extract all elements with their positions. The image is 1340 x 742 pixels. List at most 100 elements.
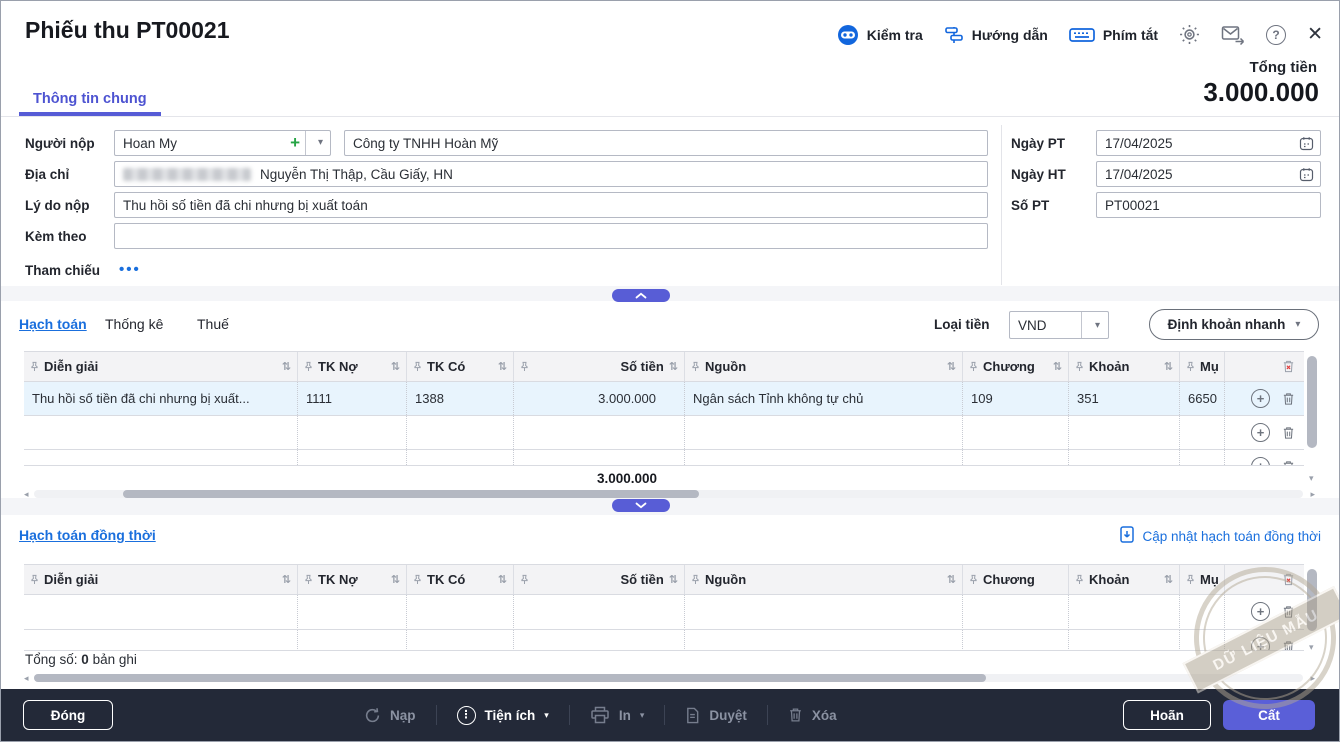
payer-dropdown-icon[interactable]: ▾ (318, 137, 323, 148)
calendar-icon[interactable] (1299, 136, 1314, 154)
scroll-left-arrow[interactable]: ◂ (24, 673, 29, 684)
sort-icon[interactable]: ⇅ (1053, 360, 1062, 373)
add-row-icon[interactable]: + (1251, 602, 1270, 621)
pin-icon[interactable] (691, 361, 700, 372)
posting-date-input[interactable]: 17/04/2025 (1096, 161, 1321, 187)
col-header-amount[interactable]: Số tiền ⇅ (514, 352, 685, 381)
simultaneous-row-clipped[interactable]: + (24, 630, 1304, 651)
reason-input[interactable]: Thu hồi số tiền đã chi nhưng bị xuất toá… (114, 192, 988, 218)
receipt-no-input[interactable]: PT00021 (1096, 192, 1321, 218)
pin-icon[interactable] (969, 361, 978, 372)
pin-icon[interactable] (304, 361, 313, 372)
add-row-icon[interactable]: + (1251, 637, 1270, 651)
pin-icon[interactable] (30, 574, 39, 585)
simultaneous-title-link[interactable]: Hạch toán đồng thời (19, 527, 156, 543)
payer-input[interactable]: Hoan My + ▾ (114, 130, 331, 156)
col-header-item[interactable]: Khoản ⇅ (1069, 352, 1180, 381)
collapse-form-button[interactable] (612, 289, 670, 302)
reference-more-icon[interactable]: ••• (119, 257, 141, 283)
scroll-down-arrow[interactable]: ▾ (1309, 473, 1314, 484)
close-icon[interactable]: ✕ (1307, 23, 1323, 46)
col-header-sub[interactable]: Mục (1180, 565, 1225, 594)
reload-button[interactable]: Nạp (364, 707, 416, 724)
simultaneous-row-empty[interactable]: + (24, 595, 1304, 630)
sort-icon[interactable]: ⇅ (669, 360, 678, 373)
col-header-amount[interactable]: Số tiền ⇅ (514, 565, 685, 594)
pin-icon[interactable] (413, 574, 422, 585)
delete-button[interactable]: Xóa (788, 707, 837, 723)
col-header-source[interactable]: Nguồn ⇅ (685, 565, 963, 594)
update-simultaneous-link[interactable]: Cập nhật hạch toán đồng thời (1119, 525, 1322, 547)
pin-icon[interactable] (413, 361, 422, 372)
delete-row-icon[interactable] (1282, 640, 1295, 652)
send-mail-icon[interactable] (1221, 25, 1245, 45)
pin-icon[interactable] (520, 574, 529, 585)
delete-row-icon[interactable] (1282, 426, 1295, 440)
sort-icon[interactable]: ⇅ (282, 573, 291, 586)
address-input[interactable]: Nguyễn Thị Thập, Cầu Giấy, HN (114, 161, 988, 187)
sort-icon[interactable]: ⇅ (391, 360, 400, 373)
add-row-icon[interactable]: + (1251, 423, 1270, 442)
accounting-row-clipped[interactable]: + (24, 450, 1304, 466)
delete-row-icon[interactable] (1282, 605, 1295, 619)
receipt-date-input[interactable]: 17/04/2025 (1096, 130, 1321, 156)
tab-statistics[interactable]: Thống kê (105, 316, 163, 332)
currency-select[interactable]: VND ▾ (1009, 311, 1109, 339)
sort-icon[interactable]: ⇅ (391, 573, 400, 586)
tab-general-info[interactable]: Thông tin chung (19, 86, 161, 116)
payer-company-input[interactable]: Công ty TNHH Hoàn Mỹ (344, 130, 988, 156)
accounting-row-empty[interactable]: + (24, 416, 1304, 450)
tab-accounting[interactable]: Hạch toán (19, 316, 87, 332)
scrollbar-thumb[interactable] (34, 674, 986, 682)
pin-icon[interactable] (1186, 574, 1195, 585)
delete-row-icon[interactable] (1282, 392, 1295, 406)
add-row-icon[interactable]: + (1251, 389, 1270, 408)
guide-button[interactable]: Hướng dẫn (944, 25, 1048, 45)
sort-icon[interactable]: ⇅ (282, 360, 291, 373)
help-icon[interactable]: ? (1266, 25, 1286, 45)
postpone-button[interactable]: Hoãn (1123, 700, 1211, 730)
settings-gear-icon[interactable] (1179, 24, 1200, 45)
col-header-credit[interactable]: TK Có ⇅ (407, 352, 514, 381)
print-button[interactable]: In ▾ (590, 706, 645, 724)
pin-icon[interactable] (304, 574, 313, 585)
approve-button[interactable]: Duyệt (685, 707, 747, 724)
shortcut-button[interactable]: Phím tắt (1069, 26, 1158, 44)
col-header-desc[interactable]: Diễn giải ⇅ (24, 565, 298, 594)
scrollbar-thumb[interactable] (1307, 356, 1317, 448)
pin-icon[interactable] (969, 574, 978, 585)
utilities-button[interactable]: ⋮ Tiện ích ▾ (457, 706, 549, 725)
delete-all-icon[interactable] (1282, 359, 1295, 374)
col-header-source[interactable]: Nguồn ⇅ (685, 352, 963, 381)
pin-icon[interactable] (1186, 361, 1195, 372)
col-header-item[interactable]: Khoản ⇅ (1069, 565, 1180, 594)
sort-icon[interactable]: ⇅ (669, 573, 678, 586)
sort-icon[interactable]: ⇅ (947, 573, 956, 586)
pin-icon[interactable] (1075, 574, 1084, 585)
col-header-desc[interactable]: Diễn giải ⇅ (24, 352, 298, 381)
calendar-icon[interactable] (1299, 167, 1314, 185)
close-button[interactable]: Đóng (23, 700, 113, 730)
accounting-row[interactable]: Thu hồi số tiền đã chi nhưng bị xuất... … (24, 382, 1304, 416)
pin-icon[interactable] (1075, 361, 1084, 372)
scroll-right-arrow[interactable]: ▸ (1310, 673, 1315, 684)
col-header-chapter[interactable]: Chương (963, 565, 1069, 594)
sort-icon[interactable]: ⇅ (947, 360, 956, 373)
add-payer-icon[interactable]: + (290, 133, 300, 153)
attachment-input[interactable] (114, 223, 988, 249)
sort-icon[interactable]: ⇅ (1164, 360, 1173, 373)
pin-icon[interactable] (30, 361, 39, 372)
sort-icon[interactable]: ⇅ (1164, 573, 1173, 586)
tab-tax[interactable]: Thuế (197, 316, 229, 332)
save-button[interactable]: Cất (1223, 700, 1315, 730)
col-header-debit[interactable]: TK Nợ ⇅ (298, 352, 407, 381)
collapse-table-button[interactable] (612, 499, 670, 512)
pin-icon[interactable] (691, 574, 700, 585)
sort-icon[interactable]: ⇅ (498, 360, 507, 373)
col-header-chapter[interactable]: Chương ⇅ (963, 352, 1069, 381)
check-button[interactable]: Kiểm tra (837, 24, 923, 46)
sort-icon[interactable]: ⇅ (498, 573, 507, 586)
delete-all-icon[interactable] (1282, 572, 1295, 587)
quick-entry-button[interactable]: Định khoản nhanh ▾ (1149, 309, 1319, 340)
scroll-down-arrow[interactable]: ▾ (1309, 642, 1314, 653)
